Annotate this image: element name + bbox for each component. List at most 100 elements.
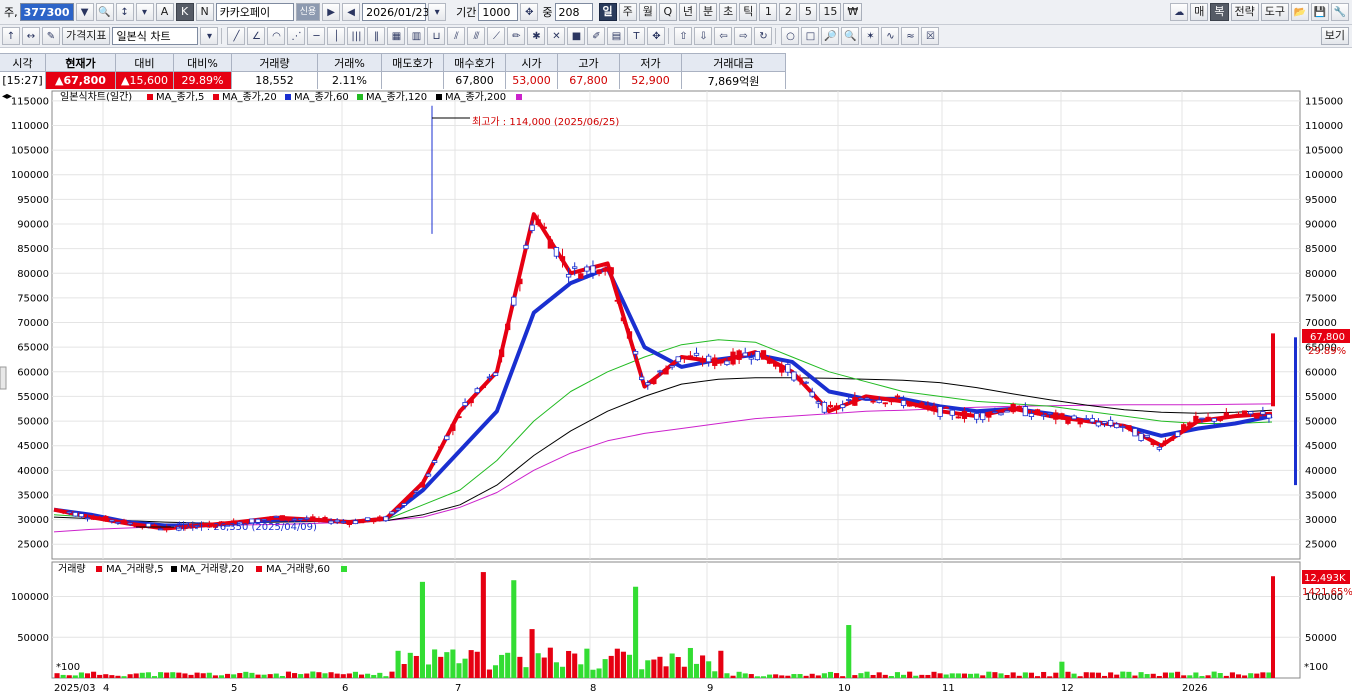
- price-tick-left: 55000: [17, 392, 49, 403]
- mode-n-button[interactable]: N: [195, 3, 214, 21]
- rect-tool-icon[interactable]: □: [801, 27, 820, 45]
- timeframe-second[interactable]: 초: [719, 3, 738, 21]
- volume-bar: [151, 676, 158, 678]
- arrow-right-tool-icon[interactable]: ⇨: [734, 27, 753, 45]
- hline-tool-icon[interactable]: ─: [307, 27, 326, 45]
- redo-tool-icon[interactable]: ↻: [754, 27, 773, 45]
- timeframe-2[interactable]: 2: [779, 3, 798, 21]
- indicator-button[interactable]: 가격지표: [62, 27, 111, 45]
- cross-tool-icon[interactable]: ✕: [547, 27, 566, 45]
- timeframe-1[interactable]: 1: [759, 3, 778, 21]
- multi-button[interactable]: 복: [1210, 3, 1229, 21]
- arc-tool-icon[interactable]: ◠: [267, 27, 286, 45]
- timeframe-15[interactable]: 15: [819, 3, 842, 21]
- move-tool-icon[interactable]: ✥: [647, 27, 666, 45]
- angle-tool-icon[interactable]: ∠: [247, 27, 266, 45]
- pitchfork-tool-icon[interactable]: ⫽: [447, 27, 466, 45]
- arrow-up-icon[interactable]: ↑: [2, 27, 20, 45]
- volume-bar: [1248, 673, 1254, 678]
- view-button[interactable]: 보기: [1320, 27, 1349, 45]
- memo-tool-icon[interactable]: ▤: [607, 27, 626, 45]
- sort-icon[interactable]: ↕: [115, 3, 134, 21]
- arrow-down-tool-icon[interactable]: ⇩: [694, 27, 713, 45]
- volume-bar: [109, 675, 115, 678]
- chevron-down-icon[interactable]: ▾: [135, 3, 154, 21]
- timeframe-week[interactable]: 주: [618, 3, 637, 21]
- calendar-dropdown-icon[interactable]: ▾: [428, 3, 447, 21]
- cloud-icon[interactable]: ☁: [1170, 3, 1189, 21]
- cycle-tool-icon[interactable]: ⊔: [427, 27, 446, 45]
- volume-bar: [1260, 672, 1266, 678]
- fib2-tool-icon[interactable]: ‖: [367, 27, 386, 45]
- strategy-button[interactable]: 전략: [1230, 3, 1259, 21]
- date-field[interactable]: 2026/01/23: [362, 3, 430, 21]
- fib-tool-icon[interactable]: |||: [347, 27, 366, 45]
- chevron-down-icon[interactable]: ▾: [200, 27, 219, 45]
- stock-chart[interactable]: 25000 25000 30000 30000 35000 35000 40000 40000…: [0, 89, 1352, 695]
- mode-a-button[interactable]: A: [155, 3, 174, 21]
- fan-tool-icon[interactable]: ⋰: [287, 27, 306, 45]
- pencil-tool-icon[interactable]: ✏: [507, 27, 526, 45]
- candle: [492, 372, 499, 377]
- volume-bar: [78, 672, 84, 678]
- magic-tool-icon[interactable]: ✱: [527, 27, 546, 45]
- channel-tool-icon[interactable]: ⫻: [467, 27, 486, 45]
- header-low: 저가: [620, 54, 682, 72]
- line-tool-icon[interactable]: ╱: [227, 27, 246, 45]
- stock-name-field[interactable]: 카카오페이: [215, 3, 294, 21]
- volume-bar: [419, 581, 425, 678]
- wave-tool-icon[interactable]: ∿: [881, 27, 900, 45]
- chart-type-select[interactable]: 일본식 차트: [112, 27, 199, 45]
- brush-tool-icon[interactable]: ✐: [587, 27, 606, 45]
- trend-tool-icon[interactable]: ⟋: [487, 27, 506, 45]
- timeframe-quarter[interactable]: Q: [658, 3, 677, 21]
- price-tick-right: 30000: [1305, 515, 1337, 526]
- volume-bar: [72, 675, 78, 678]
- trade-button[interactable]: 매: [1190, 3, 1209, 21]
- arrow-lr-icon[interactable]: ↔: [22, 27, 40, 45]
- circle-tool-icon[interactable]: ○: [781, 27, 800, 45]
- volume-bar: [164, 672, 170, 678]
- volume-bar: [730, 675, 736, 678]
- color-tool-icon[interactable]: ■: [567, 27, 586, 45]
- star-tool-icon[interactable]: ✶: [861, 27, 880, 45]
- grid-tool-icon[interactable]: ▦: [387, 27, 406, 45]
- tools-button[interactable]: 도구: [1260, 3, 1289, 21]
- dropdown-icon[interactable]: ▼: [75, 3, 94, 21]
- volume-bar: [1034, 676, 1041, 678]
- x-tick-label: 7: [455, 683, 461, 694]
- period-input[interactable]: 1000: [478, 3, 519, 21]
- arrow-up-tool-icon[interactable]: ⇧: [674, 27, 693, 45]
- text-tool-icon[interactable]: T: [627, 27, 646, 45]
- zoom-out-tool-icon[interactable]: 🔍: [841, 27, 860, 45]
- timeframe-month[interactable]: 월: [638, 3, 657, 21]
- wrench-icon[interactable]: 🔧: [1331, 3, 1349, 21]
- amount-input[interactable]: 208: [554, 3, 593, 21]
- volume-bar: [1144, 674, 1150, 678]
- folder-icon[interactable]: 📂: [1291, 3, 1309, 21]
- stock-code-input[interactable]: 377300: [19, 3, 74, 21]
- timeframe-day[interactable]: 일: [598, 3, 617, 21]
- scroll-handle-icon[interactable]: ◂▸: [2, 91, 12, 102]
- search-icon[interactable]: 🔍: [95, 3, 114, 21]
- timeframe-5[interactable]: 5: [799, 3, 818, 21]
- zoom-tool-icon[interactable]: 🔎: [821, 27, 840, 45]
- chart-canvas[interactable]: 25000 25000 30000 30000 35000 35000 40000 40000…: [0, 89, 1352, 695]
- currency-button[interactable]: ₩: [843, 3, 863, 21]
- volume-bar: [1156, 676, 1162, 678]
- move-icon[interactable]: ✥: [520, 3, 539, 21]
- timeframe-tick[interactable]: 틱: [739, 3, 758, 21]
- play-forward-icon[interactable]: ▶: [322, 3, 341, 21]
- volume-bar: [243, 671, 249, 678]
- mode-k-button[interactable]: K: [175, 3, 194, 21]
- x-tool-icon[interactable]: ☒: [921, 27, 940, 45]
- play-back-icon[interactable]: ◀: [342, 3, 361, 21]
- edit-icon[interactable]: ✎: [42, 27, 60, 45]
- save-icon[interactable]: 💾: [1311, 3, 1329, 21]
- timeframe-minute[interactable]: 분: [699, 3, 718, 21]
- vline-tool-icon[interactable]: │: [327, 27, 346, 45]
- arrow-left-tool-icon[interactable]: ⇦: [714, 27, 733, 45]
- timeframe-year[interactable]: 년: [678, 3, 697, 21]
- wave2-tool-icon[interactable]: ≈: [901, 27, 920, 45]
- bars-tool-icon[interactable]: ▥: [407, 27, 426, 45]
